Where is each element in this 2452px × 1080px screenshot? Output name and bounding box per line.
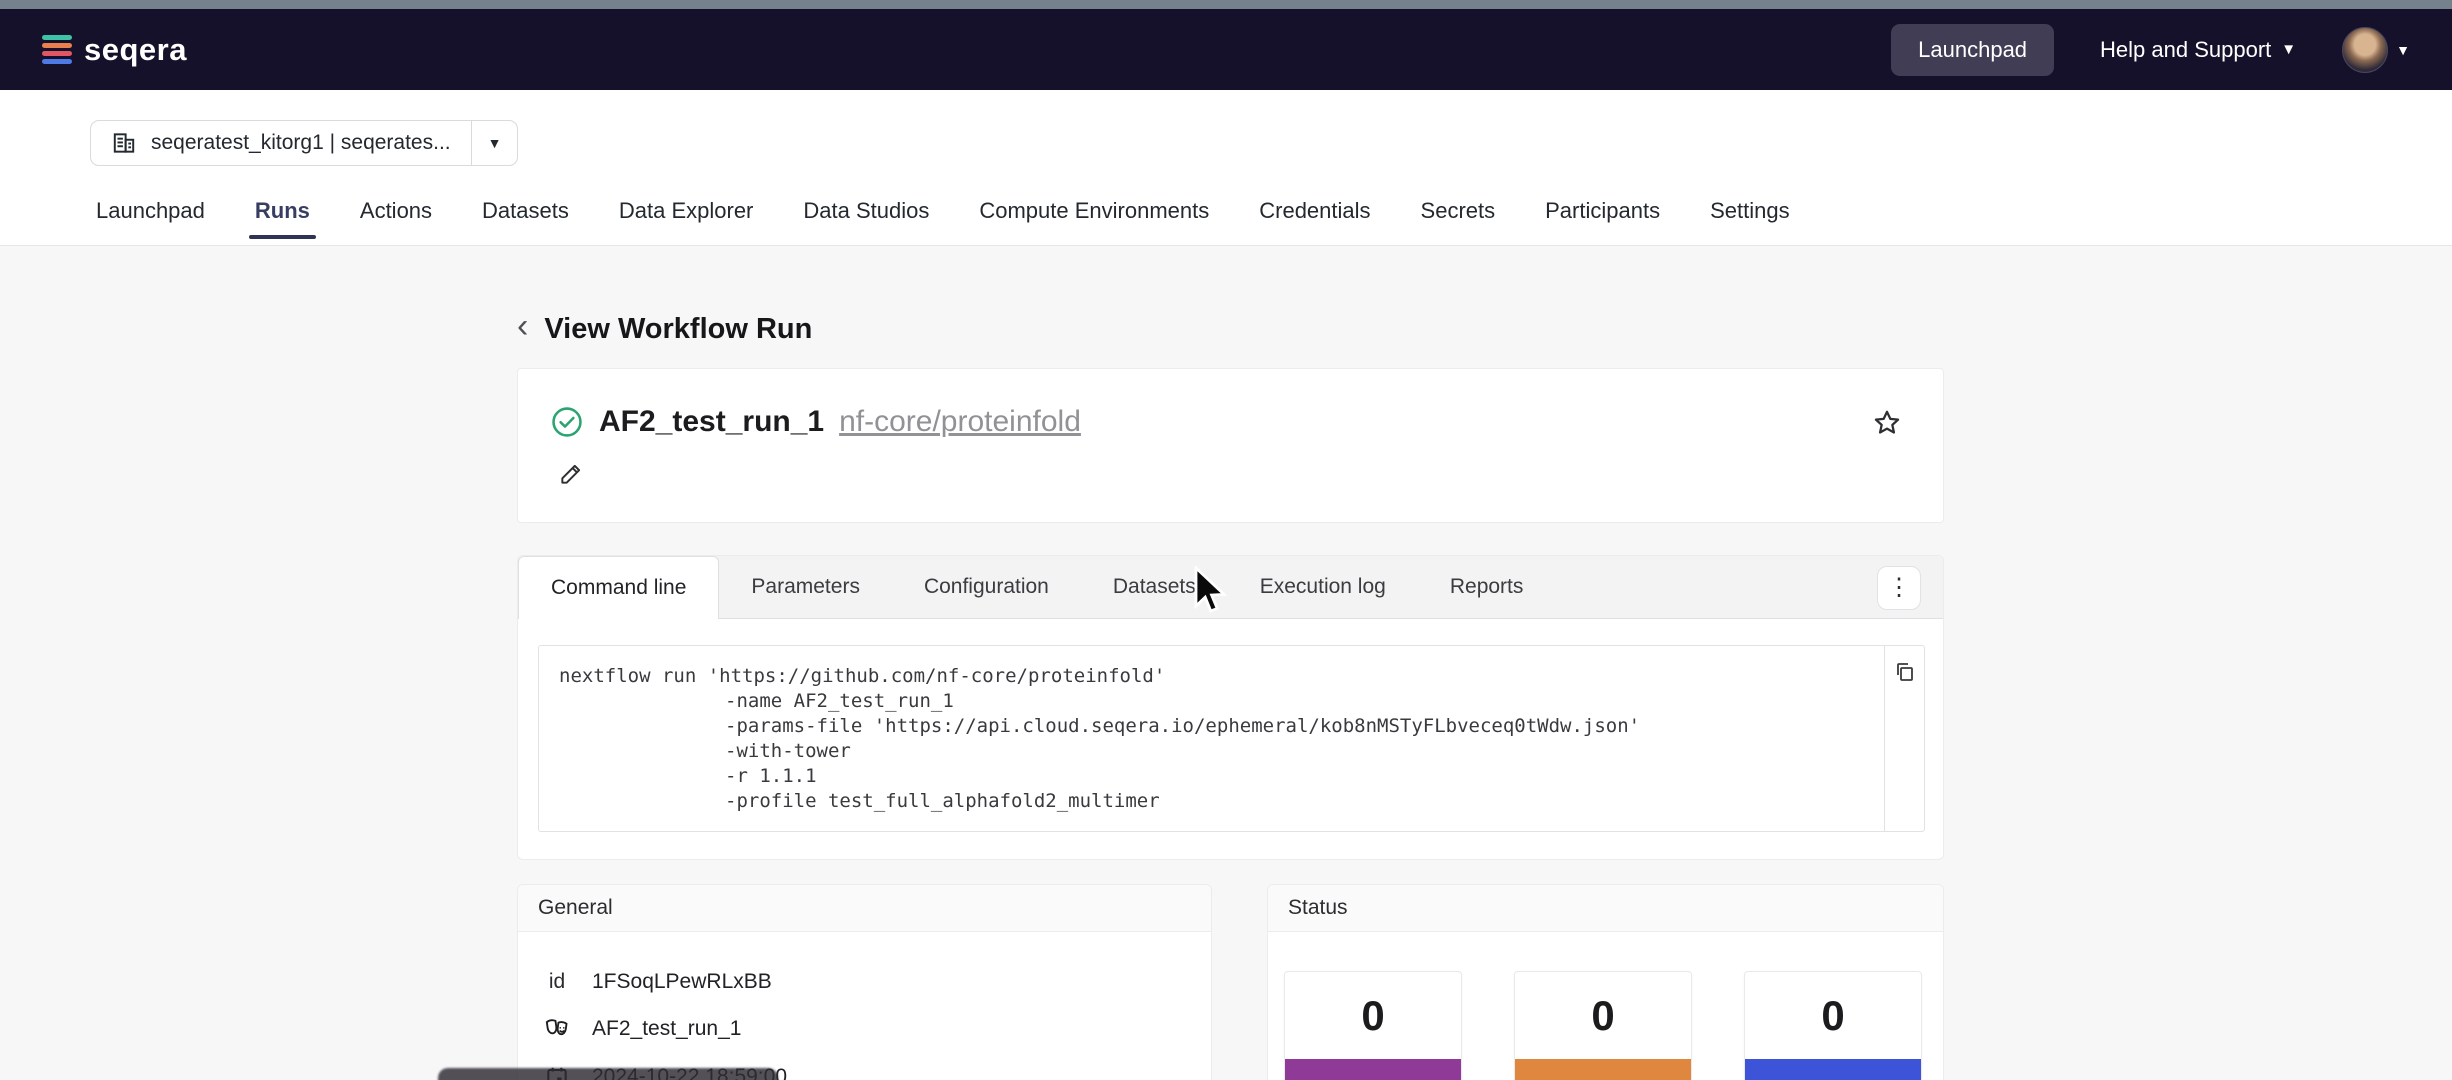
seqera-brand[interactable]: seqera [42,32,187,68]
tab-launchpad[interactable]: Launchpad [96,198,205,238]
running-bar: running [1745,1059,1921,1080]
copy-icon[interactable] [1893,660,1917,686]
tab-parameters[interactable]: Parameters [719,556,892,618]
brand-name: seqera [84,32,187,68]
success-check-icon [550,405,584,439]
tab-secrets[interactable]: Secrets [1421,198,1496,238]
tab-data-explorer[interactable]: Data Explorer [619,198,754,238]
logo-stripe [42,51,72,56]
pending-count: 0 [1285,972,1461,1059]
chevron-down-icon: ▼ [2396,42,2410,58]
tab-compute-environments[interactable]: Compute Environments [979,198,1209,238]
code-line: nextflow run 'https://github.com/nf-core… [559,664,1884,689]
status-tile-pending: 0 pending [1284,971,1462,1080]
window-top-strip [0,0,2452,9]
general-panel: General id 1FSoqLPewRLxBB AF2_test_run_1 [517,884,1212,1080]
running-count: 0 [1745,972,1921,1059]
code-line: -with-tower [559,739,1884,764]
submitted-bar: submitted [1515,1059,1691,1080]
status-panel: Status 0 pending 0 submitted 0 running [1267,884,1944,1080]
general-panel-header: General [518,885,1211,932]
pipeline-link[interactable]: nf-core/proteinfold [839,405,1081,439]
avatar[interactable] [2342,27,2388,73]
edit-pencil-icon[interactable] [558,461,584,487]
run-summary-card: AF2_test_run_1 nf-core/proteinfold [517,368,1944,523]
star-icon[interactable] [1871,407,1903,439]
seqera-logo-icon [42,35,72,64]
logo-stripe [42,59,72,64]
launchpad-button[interactable]: Launchpad [1891,24,2054,76]
run-name-value: AF2_test_run_1 [592,1017,741,1041]
tab-reports[interactable]: Reports [1418,556,1556,618]
status-panel-header: Status [1268,885,1943,932]
user-menu[interactable]: ▼ [2342,27,2410,73]
run-name: AF2_test_run_1 [599,405,824,439]
back-chevron-icon[interactable]: ‹ [517,309,528,343]
workspace-selector-label: seqeratest_kitorg1 | seqerates... [151,131,451,155]
top-navbar: seqera Launchpad Help and Support ▼ ▼ [0,9,2452,90]
tab-runs[interactable]: Runs [255,198,310,238]
submitted-count: 0 [1515,972,1691,1059]
help-and-support-menu[interactable]: Help and Support ▼ [2100,37,2296,63]
general-row-id: id 1FSoqLPewRLxBB [542,970,1211,994]
tab-credentials[interactable]: Credentials [1259,198,1370,238]
tab-configuration[interactable]: Configuration [892,556,1081,618]
command-line-text: nextflow run 'https://github.com/nf-core… [539,646,1884,831]
help-label: Help and Support [2100,37,2271,63]
tab-command-line[interactable]: Command line [518,556,719,619]
tab-participants[interactable]: Participants [1545,198,1660,238]
tab-data-studios[interactable]: Data Studios [803,198,929,238]
masks-icon [542,1015,572,1043]
workspace-selector[interactable]: seqeratest_kitorg1 | seqerates... ▼ [90,120,518,166]
code-line: -name AF2_test_run_1 [559,689,1884,714]
organization-icon [111,130,137,156]
general-row-run-name: AF2_test_run_1 [542,1015,1211,1043]
kebab-icon: ⋮ [1887,576,1911,600]
run-id-value: 1FSoqLPewRLxBB [592,970,772,994]
code-line: -profile test_full_alphafold2_multimer [559,789,1884,814]
status-tiles: 0 pending 0 submitted 0 running [1284,971,1922,1080]
status-tile-submitted: 0 submitted [1514,971,1692,1080]
code-line: -r 1.1.1 [559,764,1884,789]
page-title: View Workflow Run [544,313,812,346]
logo-stripe [42,43,72,48]
logo-stripe [42,35,72,40]
workspace-tab-bar: Launchpad Runs Actions Datasets Data Exp… [96,198,1790,238]
pending-bar: pending [1285,1059,1461,1080]
detail-tab-bar: Command line Parameters Configuration Da… [518,556,1943,619]
chevron-down-icon: ▼ [2281,42,2296,57]
chevron-down-icon[interactable]: ▼ [472,135,518,151]
tab-actions[interactable]: Actions [360,198,432,238]
workspace-header: seqeratest_kitorg1 | seqerates... ▼ Laun… [0,90,2452,246]
command-line-block: nextflow run 'https://github.com/nf-core… [538,645,1925,832]
status-tile-running: 0 running [1744,971,1922,1080]
run-detail-card: Command line Parameters Configuration Da… [517,555,1944,860]
tab-execution-log[interactable]: Execution log [1228,556,1418,618]
tab-datasets[interactable]: Datasets [482,198,569,238]
status-panel-title: Status [1288,896,1348,920]
run-options-button[interactable]: ⋮ [1877,566,1921,610]
general-panel-title: General [538,896,613,920]
code-line: -params-file 'https://api.cloud.seqera.i… [559,714,1884,739]
code-gutter [1884,646,1924,831]
dock-shadow [438,1068,778,1080]
tab-run-datasets[interactable]: Datasets [1081,556,1228,618]
id-label: id [542,970,572,994]
tab-settings[interactable]: Settings [1710,198,1790,238]
